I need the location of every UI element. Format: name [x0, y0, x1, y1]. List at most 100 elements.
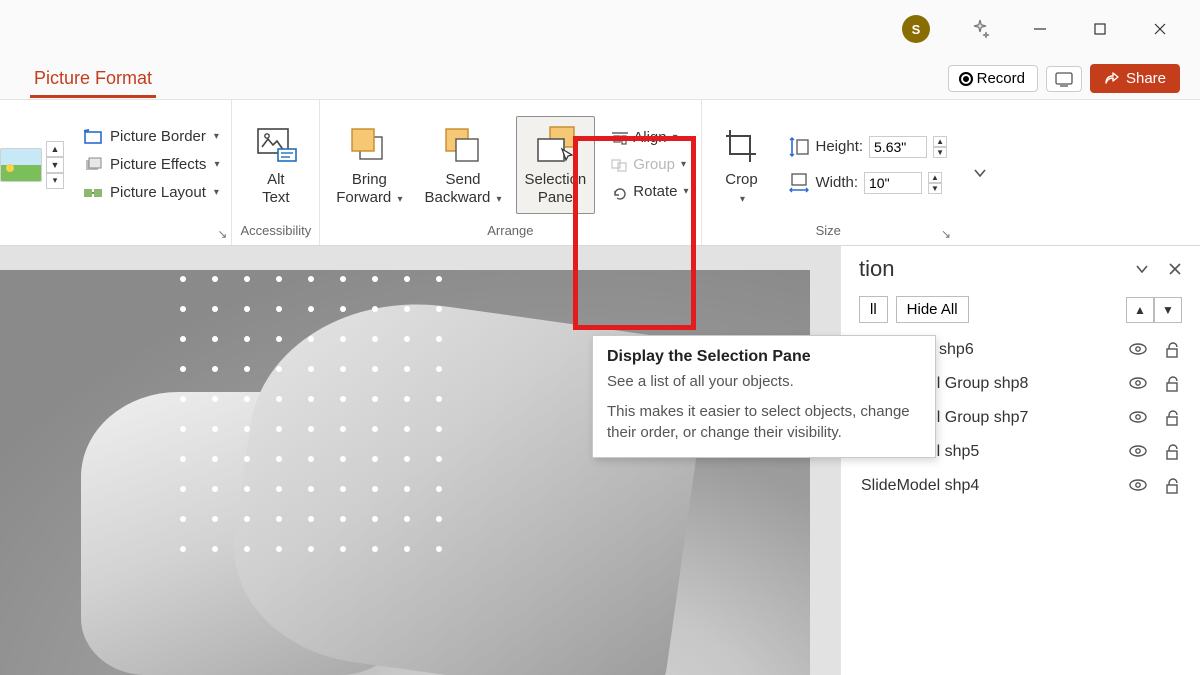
align-icon: [611, 131, 629, 145]
selection-pane-tooltip: Display the Selection Pane See a list of…: [592, 335, 936, 458]
group-menu: Group ▾: [607, 153, 692, 176]
selection-pane: tion ll Hide All ▲ ▼ Model shp6SliModel …: [840, 246, 1200, 675]
maximize-button[interactable]: [1080, 9, 1120, 49]
height-up[interactable]: ▲: [933, 136, 947, 147]
hide-all-button[interactable]: Hide All: [896, 296, 969, 323]
tooltip-line2: This makes it easier to select objects, …: [607, 402, 921, 443]
chevron-down-icon: ▾: [214, 131, 219, 142]
close-button[interactable]: [1140, 9, 1180, 49]
chevron-down-icon: ▾: [214, 187, 219, 198]
height-down[interactable]: ▼: [933, 147, 947, 158]
rotate-menu[interactable]: Rotate ▾: [607, 180, 692, 203]
rotate-icon: [611, 184, 629, 200]
move-up-button[interactable]: ▲: [1126, 297, 1154, 323]
slide-canvas[interactable]: [0, 246, 840, 675]
ribbon-tab-row: Picture Format Record Share: [0, 58, 1200, 100]
picture-border-menu[interactable]: Picture Border ▾: [78, 125, 223, 149]
picture-border-label: Picture Border: [110, 128, 206, 145]
picture-effects-menu[interactable]: Picture Effects ▾: [78, 153, 223, 177]
share-button[interactable]: Share: [1090, 64, 1180, 93]
crop-icon: [719, 123, 765, 167]
crop-button[interactable]: Crop▾: [710, 117, 774, 213]
user-avatar[interactable]: S: [902, 15, 930, 43]
height-icon: [788, 136, 810, 158]
group-icon: [611, 158, 629, 172]
alt-text-icon: [253, 123, 299, 167]
selection-item-name: SlideModel shp4: [861, 477, 1128, 495]
picture-layout-menu[interactable]: Picture Layout ▾: [78, 181, 223, 205]
pane-collapse[interactable]: [1134, 262, 1150, 276]
picture-layout-icon: [82, 184, 104, 202]
width-up[interactable]: ▲: [928, 172, 942, 183]
height-input[interactable]: [869, 136, 927, 158]
alt-text-button[interactable]: AltText: [244, 117, 308, 213]
share-icon: [1104, 71, 1120, 87]
selection-pane-icon: [532, 123, 578, 167]
lock-toggle[interactable]: [1164, 410, 1180, 426]
picture-style-preset[interactable]: [0, 148, 42, 182]
title-bar: S: [0, 0, 1200, 58]
pane-close[interactable]: [1168, 262, 1182, 276]
send-backward-icon: [440, 123, 486, 167]
group-label-accessibility: Accessibility: [240, 223, 311, 243]
bring-forward-button[interactable]: BringForward ▾: [328, 117, 410, 213]
picture-border-icon: [82, 128, 104, 146]
picture-layout-label: Picture Layout: [110, 184, 206, 201]
style-row-down[interactable]: ▼: [46, 157, 64, 173]
group-arrange: BringForward ▾ SendBackward ▾ SelectionP…: [320, 100, 701, 245]
selection-item[interactable]: SlideModel shp4: [859, 473, 1182, 499]
visibility-toggle[interactable]: [1128, 478, 1148, 494]
group-label-size: Size: [710, 223, 948, 243]
lock-toggle[interactable]: [1164, 444, 1180, 460]
visibility-toggle[interactable]: [1128, 342, 1148, 358]
tooltip-line1: See a list of all your objects.: [607, 372, 921, 392]
send-backward-button[interactable]: SendBackward ▾: [416, 117, 509, 213]
width-row: Width: ▲ ▼: [788, 172, 948, 194]
style-more[interactable]: ▾: [46, 173, 64, 189]
picture-effects-icon: [82, 156, 104, 174]
picture-style-gallery-spin: ▲ ▼ ▾: [46, 141, 64, 189]
width-down[interactable]: ▼: [928, 183, 942, 194]
lock-toggle[interactable]: [1164, 342, 1180, 358]
group-accessibility: AltText Accessibility: [232, 100, 320, 245]
record-icon: [961, 74, 971, 84]
chevron-down-icon: ▾: [214, 159, 219, 170]
selection-pane-button[interactable]: SelectionPane: [516, 116, 596, 214]
height-row: Height: ▲ ▼: [788, 136, 948, 158]
record-button[interactable]: Record: [948, 65, 1038, 92]
bring-forward-icon: [346, 123, 392, 167]
align-menu[interactable]: Align ▾: [607, 126, 692, 149]
ribbon: ▲ ▼ ▾ Picture Border ▾ Picture Effects ▾: [0, 100, 1200, 246]
group-label-arrange: Arrange: [328, 223, 692, 243]
visibility-toggle[interactable]: [1128, 444, 1148, 460]
move-down-button[interactable]: ▼: [1154, 297, 1182, 323]
visibility-toggle[interactable]: [1128, 376, 1148, 392]
coming-soon-icon[interactable]: [960, 9, 1000, 49]
height-label: Height:: [816, 138, 864, 155]
tooltip-title: Display the Selection Pane: [607, 348, 921, 366]
share-label: Share: [1126, 70, 1166, 87]
style-row-up[interactable]: ▲: [46, 141, 64, 157]
group-size: Crop▾ Height: ▲ ▼ Width: ▲: [702, 100, 956, 245]
decorative-dots: [180, 276, 480, 576]
width-input[interactable]: [864, 172, 922, 194]
workspace: tion ll Hide All ▲ ▼ Model shp6SliModel …: [0, 246, 1200, 675]
show-all-button[interactable]: ll: [859, 296, 888, 323]
slide-picture[interactable]: [0, 270, 810, 675]
visibility-toggle[interactable]: [1128, 410, 1148, 426]
group-label-styles: [0, 223, 223, 243]
group-picture-styles: ▲ ▼ ▾ Picture Border ▾ Picture Effects ▾: [0, 100, 232, 245]
tab-picture-format[interactable]: Picture Format: [30, 60, 156, 98]
height-spinner: ▲ ▼: [933, 136, 947, 158]
present-button[interactable]: [1046, 66, 1082, 92]
picture-effects-label: Picture Effects: [110, 156, 206, 173]
width-spinner: ▲ ▼: [928, 172, 942, 194]
width-label: Width:: [816, 174, 859, 191]
lock-toggle[interactable]: [1164, 478, 1180, 494]
lock-toggle[interactable]: [1164, 376, 1180, 392]
ribbon-collapse[interactable]: [955, 164, 1005, 182]
dialog-launcher-styles[interactable]: ↘: [217, 227, 227, 241]
width-icon: [788, 172, 810, 194]
dialog-launcher-size[interactable]: ↘: [941, 227, 951, 241]
minimize-button[interactable]: [1020, 9, 1060, 49]
